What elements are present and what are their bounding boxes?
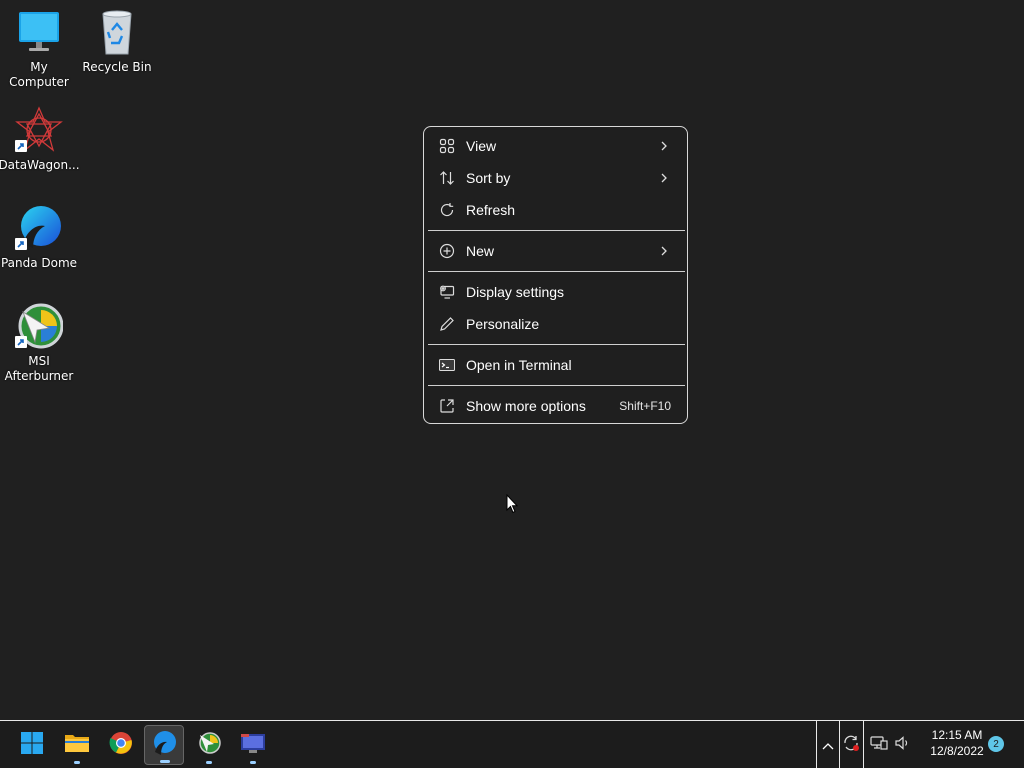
- terminal-icon: [438, 356, 456, 374]
- my-computer-shortcut[interactable]: My Computer: [0, 8, 78, 90]
- menu-separator: [428, 271, 685, 272]
- system-clock[interactable]: 12:15 AM 12/8/2022: [918, 727, 996, 759]
- menu-item-new[interactable]: New: [428, 236, 683, 266]
- remote-desktop-icon: [240, 732, 266, 758]
- pencil-icon: [438, 315, 456, 333]
- refresh-icon: [438, 201, 456, 219]
- icon-label: Recycle Bin: [82, 60, 152, 74]
- taskbar-chrome[interactable]: [101, 725, 141, 765]
- datawagon-shortcut[interactable]: DataWagon...: [0, 106, 80, 173]
- taskbar-panda-dome[interactable]: [144, 725, 184, 765]
- msi-afterburner-shortcut[interactable]: MSI Afterburner: [0, 302, 78, 384]
- share-icon: [438, 397, 456, 415]
- monitor-icon: [15, 8, 63, 56]
- show-hidden-icons-button[interactable]: [816, 721, 840, 768]
- mouse-cursor-icon: [506, 493, 519, 518]
- recycle-bin-shortcut[interactable]: Recycle Bin: [78, 8, 156, 75]
- running-indicator: [160, 760, 170, 763]
- menu-item-label: New: [466, 243, 495, 259]
- speaker-icon: [894, 735, 912, 755]
- icon-label: DataWagon...: [0, 158, 80, 172]
- chrome-icon: [109, 731, 133, 759]
- file-explorer-icon: [64, 732, 90, 758]
- panda-dome-icon: [151, 730, 177, 760]
- start-icon: [20, 731, 44, 759]
- menu-separator: [428, 230, 685, 231]
- display-settings-icon: [438, 283, 456, 301]
- menu-item-label: Refresh: [466, 202, 516, 218]
- clock-date: 12/8/2022: [930, 744, 984, 758]
- menu-item-sort-by[interactable]: Sort by: [428, 163, 683, 193]
- panda-dome-icon: [15, 204, 63, 252]
- menu-separator: [428, 385, 685, 386]
- network-indicator[interactable]: [866, 725, 892, 765]
- grid-icon: [438, 137, 456, 155]
- network-icon: [870, 735, 888, 755]
- menu-item-display-settings[interactable]: Display settings: [428, 277, 683, 307]
- datawagon-icon: [15, 106, 63, 154]
- clock-time: 12:15 AM: [931, 728, 983, 742]
- recycle-bin-icon: [93, 8, 141, 56]
- shortcut-arrow-icon: [15, 238, 27, 250]
- taskbar-msi-afterburner[interactable]: [189, 725, 229, 765]
- msi-afterburner-icon: [197, 731, 221, 759]
- menu-item-view[interactable]: View: [428, 131, 683, 161]
- running-indicator: [250, 761, 256, 764]
- icon-label: MSI Afterburner: [4, 354, 74, 383]
- tray-sync-app[interactable]: [839, 721, 864, 768]
- menu-item-refresh[interactable]: Refresh: [428, 195, 683, 225]
- icon-label: Panda Dome: [0, 256, 78, 270]
- keyboard-shortcut: Shift+F10: [619, 399, 671, 413]
- taskbar-remote-desktop[interactable]: [233, 725, 273, 765]
- chevron-right-icon: [659, 139, 669, 155]
- taskbar: 12:15 AM 12/8/2022: [0, 720, 1024, 768]
- start-button[interactable]: [12, 725, 52, 765]
- menu-item-open-in-terminal[interactable]: Open in Terminal: [428, 350, 683, 380]
- chevron-right-icon: [659, 244, 669, 260]
- plus-circle-icon: [438, 242, 456, 260]
- running-indicator: [74, 761, 80, 764]
- shortcut-arrow-icon: [15, 336, 27, 348]
- menu-item-label: Personalize: [466, 316, 540, 332]
- chevron-up-icon: [822, 735, 834, 754]
- menu-item-label: View: [466, 138, 497, 154]
- menu-item-label: Show more options: [466, 398, 586, 414]
- volume-indicator[interactable]: [890, 725, 916, 765]
- sort-icon: [438, 169, 456, 187]
- menu-item-label: Open in Terminal: [466, 357, 572, 373]
- running-indicator: [206, 761, 212, 764]
- menu-item-label: Sort by: [466, 170, 511, 186]
- desktop-context-menu: View Sort by Refresh New Display setting…: [423, 126, 688, 424]
- notification-badge[interactable]: 2: [988, 736, 1004, 752]
- menu-separator: [428, 344, 685, 345]
- msi-afterburner-icon: [15, 302, 64, 350]
- icon-label: My Computer: [9, 60, 69, 89]
- panda-dome-shortcut[interactable]: Panda Dome: [0, 204, 78, 271]
- shortcut-arrow-icon: [15, 140, 27, 152]
- chevron-right-icon: [659, 171, 669, 187]
- sync-icon: [842, 734, 860, 756]
- desktop[interactable]: My Computer Recycle Bin DataWagon... Pan…: [0, 0, 1024, 720]
- menu-item-personalize[interactable]: Personalize: [428, 309, 683, 339]
- menu-item-label: Display settings: [466, 284, 565, 300]
- menu-item-show-more-options[interactable]: Show more options Shift+F10: [428, 391, 683, 421]
- taskbar-file-explorer[interactable]: [57, 725, 97, 765]
